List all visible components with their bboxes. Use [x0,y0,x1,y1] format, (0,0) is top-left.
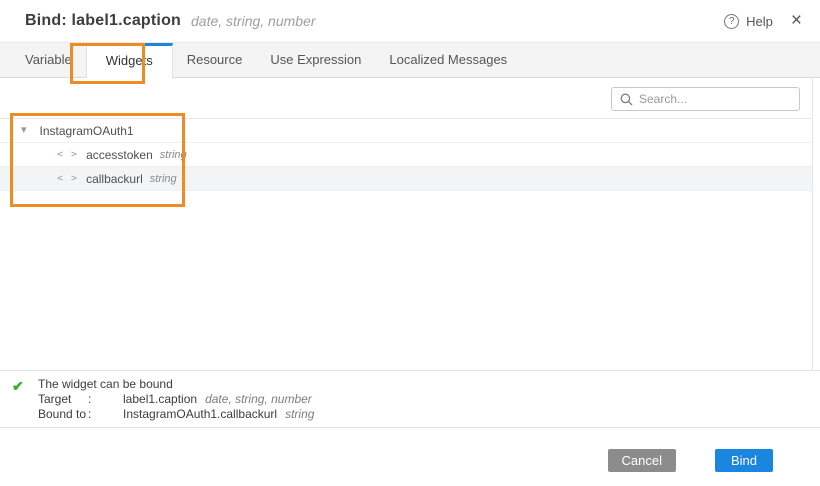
status-target-value: label1.caption [123,392,197,407]
success-check-icon: ✔ [12,378,32,427]
tree-node-label: accesstoken [86,148,153,162]
tree-node-instagramoauth1[interactable]: ▾ InstagramOAuth1 [0,119,812,143]
tree-node-callbackurl[interactable]: callbackurl string [0,167,812,191]
status-target-separator: : [88,392,123,407]
tab-use-expression-label: Use Expression [270,52,361,67]
status-boundto-types: string [285,407,314,422]
binding-status-text: The widget can be bound Target : label1.… [38,377,314,427]
status-boundto-value: InstagramOAuth1.callbackurl [123,407,277,422]
tree-node-type: string [150,173,177,185]
bind-button[interactable]: Bind [715,449,773,472]
dialog-title-types: date, string, number [191,13,316,29]
dialog-action-bar: Cancel Bind [0,429,820,486]
tab-widgets-label: Widgets [106,53,153,68]
widget-tree: ▾ InstagramOAuth1 accesstoken string cal… [0,118,812,191]
status-boundto-separator: : [88,407,123,422]
status-message: The widget can be bound [38,377,314,392]
dialog-title: Bind: label1.caption [25,12,181,30]
tab-localized-messages-label: Localized Messages [389,52,507,67]
tab-variable[interactable]: Variable [11,43,86,77]
status-target-label: Target [38,392,88,407]
status-boundto-row: Bound to : InstagramOAuth1.callbackurl s… [38,407,314,422]
status-boundto-label: Bound to [38,407,88,422]
binding-status-bar: ✔ The widget can be bound Target : label… [0,370,820,428]
tab-resource[interactable]: Resource [173,43,257,77]
status-target-row: Target : label1.caption date, string, nu… [38,392,314,407]
search-icon [620,93,633,106]
search-box [611,87,800,111]
tree-node-label: InstagramOAuth1 [40,124,134,138]
code-brackets-icon [57,149,78,160]
help-icon[interactable]: ? [724,14,739,29]
widgets-panel: ▾ InstagramOAuth1 accesstoken string cal… [0,78,813,370]
tab-widgets[interactable]: Widgets [86,43,173,78]
code-brackets-icon [57,173,78,184]
header-actions: ? Help × [724,13,802,29]
tab-variable-label: Variable [25,52,72,67]
cancel-button[interactable]: Cancel [608,449,676,472]
tree-node-label: callbackurl [86,172,143,186]
tab-resource-label: Resource [187,52,243,67]
tab-use-expression[interactable]: Use Expression [256,43,375,77]
dialog-header: Bind: label1.caption date, string, numbe… [0,0,820,43]
close-icon[interactable]: × [791,13,802,29]
tree-node-accesstoken[interactable]: accesstoken string [0,143,812,167]
status-target-types: date, string, number [205,392,312,407]
search-input[interactable] [639,92,794,106]
help-link[interactable]: Help [746,14,773,29]
tree-node-type: string [160,149,187,161]
tab-localized-messages[interactable]: Localized Messages [375,43,521,77]
bind-dialog: Bind: label1.caption date, string, numbe… [0,0,820,486]
caret-down-icon[interactable]: ▾ [21,125,27,136]
tab-bar: Variable Widgets Resource Use Expression… [0,43,820,78]
